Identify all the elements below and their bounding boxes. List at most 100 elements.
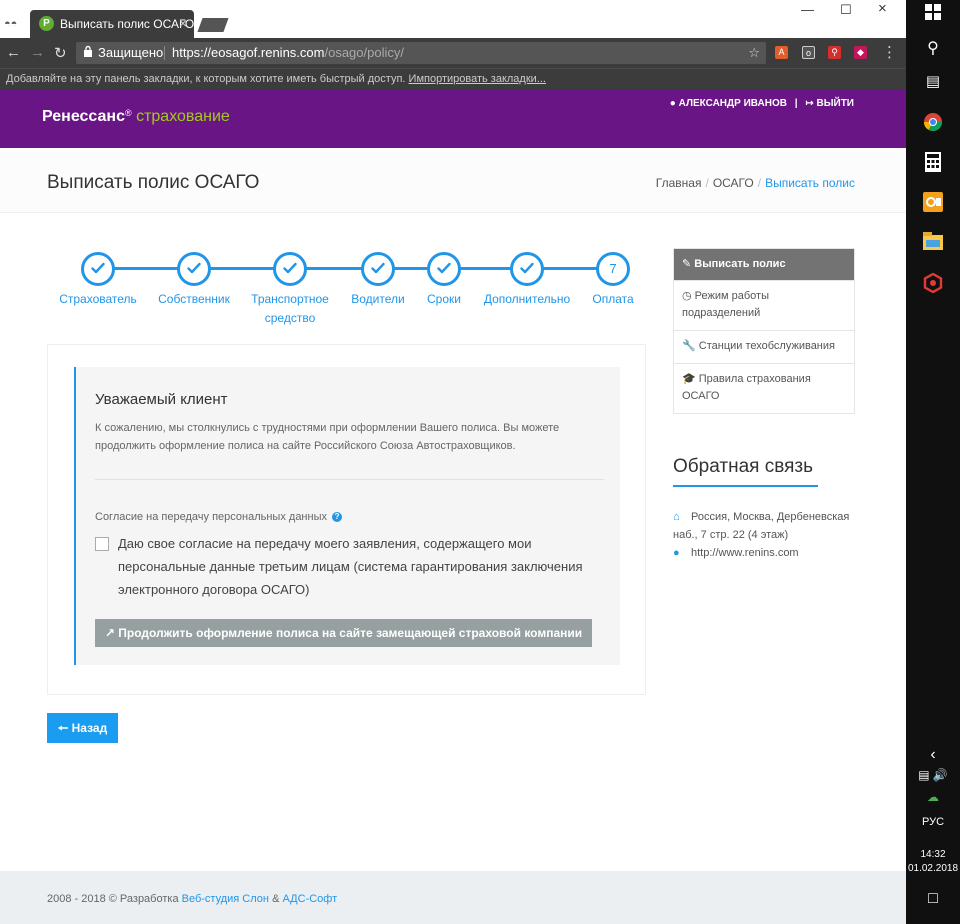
back-button[interactable]: 🠔 Назад xyxy=(47,713,118,743)
step-label-3[interactable]: Транспортное средство xyxy=(244,290,336,328)
close-window-icon[interactable]: × xyxy=(878,0,887,17)
wrench-icon: 🔧 xyxy=(682,340,696,352)
sidebar-item-working-hours[interactable]: ◷ Режим работы подразделений xyxy=(674,280,854,330)
step-label-4[interactable]: Водители xyxy=(343,290,413,309)
step-label-1[interactable]: Страхователь xyxy=(53,290,143,309)
globe-icon: ● xyxy=(673,547,680,559)
breadcrumb: Главная / ОСАГО / Выписать полис xyxy=(655,176,855,190)
lock-icon xyxy=(83,42,93,64)
logout-link[interactable]: ВЫЙТИ xyxy=(817,98,855,109)
network-volume-icon[interactable]: ▤ 🔊 xyxy=(906,768,960,782)
title-bar: ◓◓ P Выписать полис ОСАГО × — ☐ × xyxy=(0,0,906,38)
feedback-title: Обратная связь xyxy=(673,456,813,477)
edit-icon: ✎ xyxy=(682,258,692,270)
clock-date[interactable]: 01.02.2018 xyxy=(906,863,960,874)
step-circle-3[interactable] xyxy=(273,252,307,286)
extension-gem-icon[interactable]: ◆ xyxy=(854,46,867,59)
secure-label: Защищено xyxy=(98,45,164,60)
clock-time[interactable]: 14:32 xyxy=(906,849,960,860)
step-circle-7[interactable]: 7 xyxy=(596,252,630,286)
site-logo[interactable]: Ренессанс® страхование xyxy=(42,108,230,126)
extension-search-icon[interactable]: ⚲ xyxy=(828,46,841,59)
progress-steps: Страхователь Собственник Транспортное сред… xyxy=(47,250,647,330)
minimize-icon[interactable]: — xyxy=(801,2,814,17)
windows-start-icon[interactable] xyxy=(906,4,960,25)
step-circle-1[interactable] xyxy=(81,252,115,286)
task-view-icon[interactable]: ▤ xyxy=(906,72,960,90)
bookmarks-bar: Добавляйте на эту панель закладки, к кот… xyxy=(0,68,906,90)
chrome-app-icon[interactable] xyxy=(906,112,960,137)
language-indicator[interactable]: РУС xyxy=(906,816,960,828)
continue-external-button[interactable]: ↗ Продолжить оформление полиса на сайте … xyxy=(95,619,592,647)
menu-dots-icon[interactable]: ⋮ xyxy=(882,43,897,61)
notice-title: Уважаемый клиент xyxy=(95,391,228,408)
tab-close-icon[interactable]: × xyxy=(179,15,187,31)
consent-checkbox[interactable] xyxy=(95,537,109,551)
bookmark-star-icon[interactable]: ☆ xyxy=(748,42,760,64)
sidebar-item-insurance-rules[interactable]: 🎓 Правила страхования ОСАГО xyxy=(674,363,854,413)
breadcrumb-osago[interactable]: ОСАГО xyxy=(713,176,754,190)
notifications-icon[interactable]: □ xyxy=(906,890,960,908)
step-label-5[interactable]: Сроки xyxy=(418,290,470,309)
breadcrumb-current: Выписать полис xyxy=(765,176,855,190)
windows-taskbar: ⚲ ▤ ‹ ▤ 🔊 ☁ РУС 14:32 01.02.2018 □ xyxy=(906,0,960,924)
incognito-icon: ◓◓ xyxy=(4,18,18,30)
back-arrow-icon[interactable]: ← xyxy=(6,44,21,61)
check-icon xyxy=(437,262,451,274)
outlook-app-icon[interactable] xyxy=(906,192,960,217)
browser-toolbar: ← → ↻ Защищено https://eosagof.renins.co… xyxy=(0,38,906,68)
site-header: Ренессанс® страхование ● АЛЕКСАНДР ИВАНО… xyxy=(0,90,906,148)
arrow-left-icon: 🠔 xyxy=(57,721,69,735)
new-tab-button[interactable] xyxy=(197,18,229,32)
feedback-website: ● http://www.renins.com xyxy=(673,547,799,559)
consent-checkbox-text[interactable]: Даю свое согласие на передачу моего заяв… xyxy=(118,532,598,601)
check-icon xyxy=(283,262,297,274)
address-bar[interactable]: Защищено https://eosagof.renins.com/osag… xyxy=(76,42,766,64)
calculator-app-icon[interactable] xyxy=(906,152,960,177)
extension-key-icon[interactable]: o xyxy=(802,46,815,59)
footer-partner-link[interactable]: АДС-Софт xyxy=(282,893,337,905)
graduation-cap-icon: 🎓 xyxy=(682,373,696,385)
step-circle-5[interactable] xyxy=(427,252,461,286)
page-title: Выписать полис ОСАГО xyxy=(47,172,260,193)
user-name-link[interactable]: АЛЕКСАНДР ИВАНОВ xyxy=(679,98,787,109)
clock-icon: ◷ xyxy=(682,290,692,302)
sync-icon[interactable]: ☁ xyxy=(906,790,960,804)
logout-icon: ↦ xyxy=(805,98,814,109)
step-circle-4[interactable] xyxy=(361,252,395,286)
notice-panel: Уважаемый клиент К сожалению, мы столкну… xyxy=(47,344,646,695)
chevron-left-icon[interactable]: ‹ xyxy=(906,746,960,764)
url-text: https://eosagof.renins.com/osago/policy/ xyxy=(172,45,404,60)
sidebar-item-issue-policy[interactable]: ✎ Выписать полис xyxy=(674,249,854,280)
check-icon xyxy=(187,262,201,274)
feedback-address: ⌂ Россия, Москва, Дербеневская наб., 7 ст… xyxy=(673,508,858,544)
shield-app-icon[interactable] xyxy=(906,272,960,298)
step-label-7[interactable]: Оплата xyxy=(583,290,643,309)
maximize-icon[interactable]: ☐ xyxy=(840,2,852,18)
browser-tab[interactable]: P Выписать полис ОСАГО × xyxy=(30,10,194,38)
reload-icon[interactable]: ↻ xyxy=(54,44,67,62)
step-circle-6[interactable] xyxy=(510,252,544,286)
step-circle-2[interactable] xyxy=(177,252,211,286)
notice-box: Уважаемый клиент К сожалению, мы столкну… xyxy=(74,367,620,665)
help-question-icon[interactable]: ? xyxy=(332,512,343,523)
footer-studio-link[interactable]: Веб-студия Слон xyxy=(182,893,269,905)
browser-window: ◓◓ P Выписать полис ОСАГО × — ☐ × ← → ↻ … xyxy=(0,0,906,924)
import-bookmarks-link[interactable]: Импортировать закладки... xyxy=(409,73,546,85)
file-explorer-app-icon[interactable] xyxy=(906,232,960,255)
consent-label: Согласие на передачу персональных данных… xyxy=(95,511,343,523)
check-icon xyxy=(520,262,534,274)
website-link[interactable]: http://www.renins.com xyxy=(691,547,799,559)
search-icon[interactable]: ⚲ xyxy=(906,38,960,58)
home-icon: ⌂ xyxy=(673,511,680,523)
step-label-6[interactable]: Дополнительно xyxy=(475,290,579,309)
extension-shield-icon[interactable]: A xyxy=(775,46,788,59)
user-box: ● АЛЕКСАНДР ИВАНОВ | ↦ ВЫЙТИ xyxy=(669,98,855,109)
breadcrumb-home[interactable]: Главная xyxy=(656,176,702,190)
step-label-2[interactable]: Собственник xyxy=(149,290,239,309)
tab-title: Выписать полис ОСАГО xyxy=(60,17,195,31)
external-link-icon: ↗ xyxy=(104,626,115,640)
forward-arrow-icon[interactable]: → xyxy=(30,44,45,61)
sidebar-item-service-stations[interactable]: 🔧 Станции техобслуживания xyxy=(674,330,854,363)
tab-favicon-icon: P xyxy=(39,16,54,31)
